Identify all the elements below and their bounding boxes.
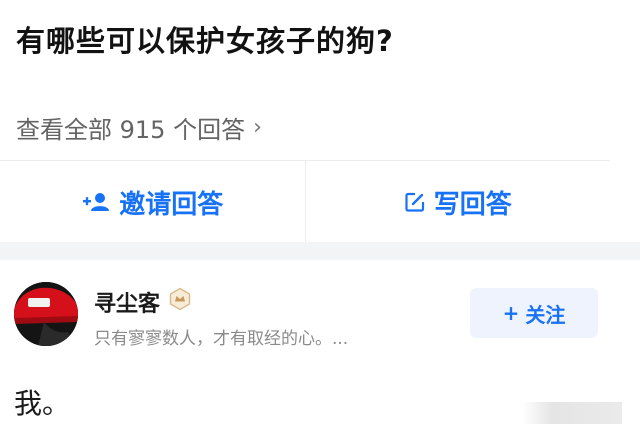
invite-answer-label: 邀请回答 [119,189,224,220]
author-avatar[interactable] [14,282,78,346]
creator-badge-icon [168,287,192,317]
invite-answer-button[interactable]: 邀请回答 [0,161,305,243]
author-name[interactable]: 寻尘客 [94,286,160,318]
write-answer-button[interactable]: 写回答 [304,161,611,243]
view-all-answers-link[interactable]: 查看全部 915 个回答 › [16,110,262,145]
section-divider [0,242,640,260]
plus-icon: + [502,301,520,325]
view-all-label: 查看全部 915 个回答 [16,116,246,144]
question-title: 有哪些可以保护女孩子的狗? [16,24,394,58]
answer-actions-bar: 邀请回答 写回答 [0,160,610,243]
answer-text[interactable]: 我。 [14,382,70,422]
watermark [522,402,622,424]
author-name-row: 寻尘客 [94,286,192,318]
follow-button[interactable]: + 关注 [470,288,598,338]
invite-person-icon [81,191,111,213]
edit-icon [404,191,426,213]
write-answer-label: 写回答 [433,189,512,220]
follow-label: 关注 [525,302,566,327]
chevron-right-icon: › [253,115,262,140]
author-bio: 只有寥寥数人，才有取经的心。... [94,329,349,349]
